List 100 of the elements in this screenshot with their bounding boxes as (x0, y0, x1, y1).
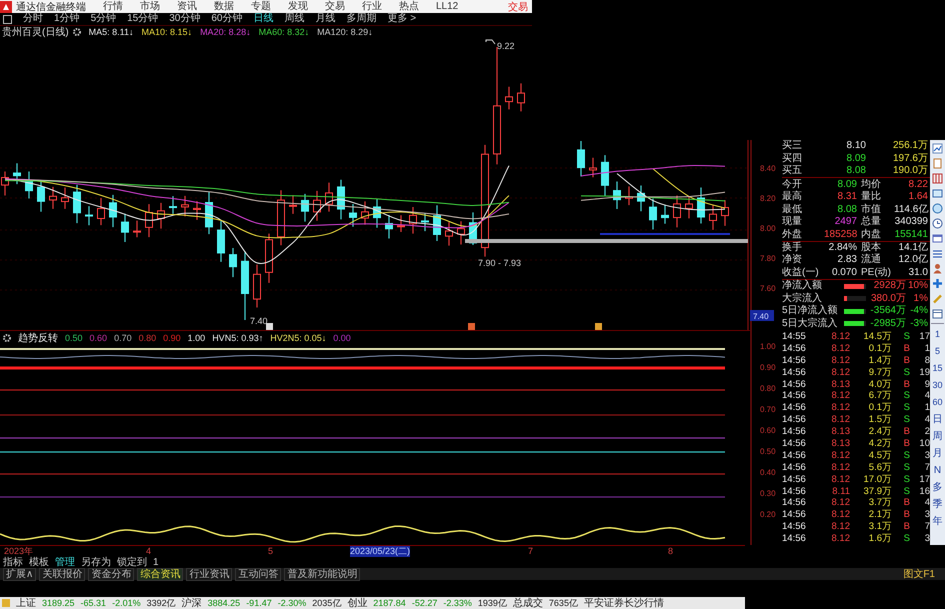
menu-item[interactable]: 行情 (103, 0, 123, 13)
period-tab[interactable]: 30分钟 (169, 13, 200, 25)
tick-price: 8.12 (830, 330, 850, 343)
index-turnover: 1939亿 (478, 596, 507, 609)
tick-volume: 1.4万 (868, 354, 892, 367)
globe-icon[interactable] (932, 203, 943, 214)
toolbar-period-button[interactable]: 60 (932, 396, 942, 409)
indicator-tab[interactable]: 另存为 (81, 557, 111, 568)
period-tab[interactable]: 更多 > (388, 13, 416, 25)
index-change: -65.31 (80, 598, 106, 608)
person-icon[interactable] (932, 263, 943, 274)
toolbar-period-button[interactable]: N (934, 464, 942, 477)
tick-time: 14:56 (782, 486, 807, 498)
candlestick (457, 220, 465, 245)
document-icon[interactable] (932, 158, 943, 169)
stat-value: 12.0亿 (898, 254, 928, 266)
tick-volume: 0.1万 (868, 402, 892, 414)
period-tab[interactable]: 60分钟 (211, 13, 242, 25)
trade-button[interactable]: 交易 (508, 0, 528, 14)
tick-volume: 9.7万 (868, 366, 892, 379)
toolbar-period-button[interactable]: 季 (932, 498, 942, 511)
toolbar-period-button[interactable]: 月 (932, 447, 942, 460)
indicator-value: 0.50 (65, 332, 83, 342)
indicator-tab[interactable]: 管理 (55, 557, 75, 568)
extension-tab[interactable]: 资金分布 (88, 568, 134, 580)
tick-time: 14:56 (782, 521, 807, 534)
clock-icon[interactable] (932, 218, 943, 229)
indicator-tab[interactable]: 1 (153, 557, 159, 568)
menu-item[interactable]: 热点 (399, 0, 419, 13)
stat-label: 总量 (860, 216, 882, 228)
ma-value: MA10: 8.15↓ (142, 26, 192, 36)
stat-label: PE(动) (860, 266, 892, 279)
toolbar-period-button[interactable]: 日 (932, 413, 942, 426)
candlestick (613, 181, 621, 210)
candlestick (361, 200, 369, 226)
tick-volume: 4.0万 (868, 378, 892, 390)
menu-item[interactable]: 市场 (140, 0, 160, 13)
cross-icon[interactable] (932, 278, 943, 289)
f10-link[interactable]: 图文F1 (903, 567, 935, 581)
period-tab[interactable]: 日线 (254, 13, 274, 25)
indicator-tab[interactable]: 指标 (3, 557, 23, 568)
toolbar-period-button[interactable]: 30 (932, 379, 942, 392)
indicator-axis-label: 1.00 (760, 342, 776, 351)
tick-count: 8 (924, 354, 930, 367)
toolbar-period-button[interactable]: 年 (932, 515, 942, 528)
menu-item[interactable]: 发现 (288, 0, 308, 13)
tick-price: 8.12 (830, 509, 850, 522)
extension-tab[interactable]: 行业资讯 (186, 568, 232, 580)
menu-item[interactable]: 专题 (251, 0, 271, 13)
period-tab[interactable]: 多周期 (346, 13, 376, 25)
tick-side: S (902, 330, 910, 343)
order-level-label: 买五 (782, 165, 803, 178)
flow-label: 5日净流入额 (782, 305, 839, 318)
tick-side: B (902, 497, 910, 510)
toolbar-period-button[interactable]: 多 (932, 481, 942, 494)
tick-side: B (902, 521, 910, 534)
indicator-axis-label: 0.90 (760, 363, 776, 372)
tick-price: 8.12 (830, 533, 850, 546)
stat-value: 2497 (834, 216, 857, 228)
tick-count: 16 (918, 486, 930, 498)
indicator-tab[interactable]: 锁定到 (117, 557, 147, 568)
menu-item[interactable]: LL12 (436, 0, 458, 13)
extension-tab[interactable]: 扩展∧ (3, 568, 36, 580)
menu-item[interactable]: 行业 (362, 0, 382, 13)
period-tab[interactable]: 分时 (23, 13, 43, 25)
list-icon[interactable] (932, 248, 943, 259)
period-tab[interactable]: 月线 (316, 13, 336, 25)
period-tab[interactable]: 1分钟 (54, 13, 80, 25)
picture-icon[interactable] (932, 188, 943, 199)
candlestick (673, 195, 681, 228)
candlestick (625, 186, 633, 206)
tick-side: S (902, 414, 910, 426)
toolbar-period-button[interactable]: 1 (934, 328, 940, 341)
calendar-icon[interactable] (932, 308, 943, 319)
menu-item[interactable]: 资讯 (177, 0, 197, 13)
index-value: 2187.84 (373, 598, 406, 608)
tick-time: 14:56 (782, 533, 807, 546)
extension-tab[interactable]: 普及新功能说明 (284, 568, 360, 580)
flow-label: 净流入额 (782, 280, 823, 292)
indicator-tab[interactable]: 模板 (29, 557, 49, 568)
period-tab[interactable]: 15分钟 (127, 13, 158, 25)
menu-item[interactable]: 交易 (325, 0, 345, 13)
grid-icon[interactable] (932, 173, 943, 184)
menu-item[interactable]: 数据 (214, 0, 234, 13)
period-tab[interactable]: 5分钟 (90, 13, 116, 25)
candlestick (217, 220, 225, 262)
extension-tab[interactable]: 综合资讯 (137, 568, 184, 580)
extension-tab[interactable]: 互动问答 (235, 568, 282, 580)
toolbar-period-button[interactable]: 15 (932, 362, 942, 375)
indicator-axis-label: 0.20 (760, 510, 776, 519)
period-tab[interactable]: 周线 (284, 13, 304, 25)
tick-time: 14:56 (782, 509, 807, 522)
stat-value: 8.22 (908, 178, 928, 191)
toolbar-period-button[interactable]: 周 (932, 430, 942, 443)
tick-count: 7 (924, 462, 930, 474)
candlestick (61, 186, 69, 210)
extension-tab[interactable]: 关联报价 (39, 568, 86, 580)
toolbar-period-button[interactable]: 5 (934, 345, 940, 358)
tick-volume: 4.2万 (868, 438, 892, 450)
window-icon[interactable] (932, 233, 943, 244)
